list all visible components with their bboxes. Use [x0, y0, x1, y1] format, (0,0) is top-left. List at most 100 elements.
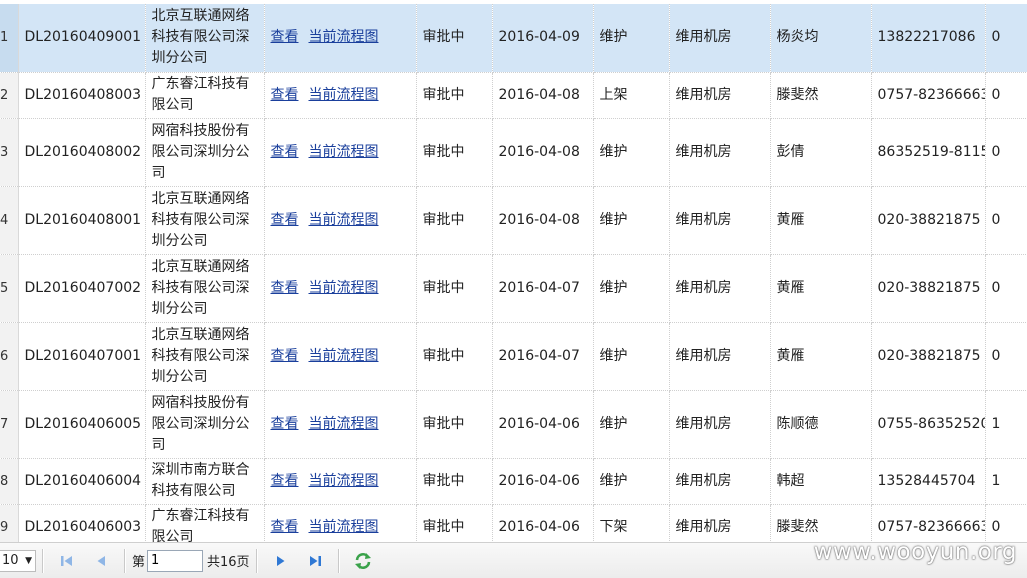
view-link[interactable]: 查看 — [271, 416, 299, 432]
table-row[interactable]: 6 DL20160407001 北京互联通网络科技有限公司深圳分公司 查看 当前流程图审… — [0, 322, 1027, 391]
view-link[interactable]: 查看 — [271, 212, 299, 228]
type-cell: 维护 — [593, 186, 670, 255]
actions-cell: 查看 当前流程图 — [264, 322, 417, 391]
view-link[interactable]: 查看 — [271, 519, 299, 535]
phone-cell: 020-38821875 — [871, 254, 986, 323]
phone-cell: 13822217086 — [871, 4, 986, 73]
prev-page-icon — [97, 555, 105, 566]
contact-person-cell: 滕斐然 — [770, 72, 872, 119]
contact-person-cell: 彭倩 — [770, 118, 872, 187]
count-cell: 0 — [985, 118, 1027, 187]
actions-cell: 查看 当前流程图 — [264, 504, 417, 542]
flow-chart-link[interactable]: 当前流程图 — [309, 348, 379, 364]
company-cell: 广东睿江科技有限公司 — [145, 72, 265, 119]
row-number-cell: 5 — [0, 254, 19, 323]
row-number-cell: 7 — [0, 390, 19, 459]
table-row[interactable]: 5 DL20160407002 北京互联通网络科技有限公司深圳分公司 查看 当前流程图审… — [0, 254, 1027, 323]
date-cell: 2016-04-08 — [492, 186, 594, 255]
first-page-button[interactable] — [56, 550, 78, 572]
refresh-icon — [354, 552, 371, 569]
room-cell: 维用机房 — [669, 4, 771, 73]
page-number-input[interactable] — [147, 549, 204, 572]
view-link[interactable]: 查看 — [271, 280, 299, 296]
flow-chart-link[interactable]: 当前流程图 — [309, 212, 379, 228]
first-page-icon — [61, 555, 72, 566]
table-row[interactable]: 3 DL20160408002 网宿科技股份有限公司深圳分公司 查看 当前流程图 审批中 2… — [0, 118, 1027, 187]
grid-table: 1 DL20160409001 北京互联通网络科技有限公司深圳分公司 查看 当前流程图审… — [0, 4, 1027, 542]
order-id-cell: DL20160407002 — [18, 254, 146, 323]
view-link[interactable]: 查看 — [271, 29, 299, 45]
table-row[interactable]: 1 DL20160409001 北京互联通网络科技有限公司深圳分公司 查看 当前流程图审… — [0, 4, 1027, 73]
table-row[interactable]: 9 DL20160406003 广东睿江科技有限公司 查看 当前流程图 审批中 2016-0… — [0, 504, 1027, 542]
view-link[interactable]: 查看 — [271, 473, 299, 489]
count-cell: 0 — [985, 4, 1027, 73]
date-cell: 2016-04-06 — [492, 390, 594, 459]
type-cell: 维护 — [593, 254, 670, 323]
status-cell: 审批中 — [416, 322, 493, 391]
view-link[interactable]: 查看 — [271, 87, 299, 103]
actions-cell: 查看 当前流程图 — [264, 458, 417, 505]
total-pages-label: 共16页 — [207, 555, 250, 570]
view-link[interactable]: 查看 — [271, 144, 299, 160]
next-page-icon — [276, 555, 285, 566]
table-row[interactable]: 2 DL20160408003 广东睿江科技有限公司 查看 当前流程图 审批中 2016-0… — [0, 72, 1027, 119]
count-cell: 0 — [985, 322, 1027, 391]
row-number-cell: 4 — [0, 186, 19, 255]
type-cell: 维护 — [593, 4, 670, 73]
last-page-icon — [309, 555, 321, 566]
contact-person-cell: 黄雁 — [770, 186, 872, 255]
pager-divider — [42, 548, 44, 573]
grid-body: 1 DL20160409001 北京互联通网络科技有限公司深圳分公司 查看 当前流程图审… — [0, 4, 1027, 542]
status-cell: 审批中 — [416, 390, 493, 459]
count-cell: 0 — [985, 254, 1027, 323]
flow-chart-link[interactable]: 当前流程图 — [309, 473, 379, 489]
room-cell: 维用机房 — [669, 504, 771, 542]
flow-chart-link[interactable]: 当前流程图 — [309, 416, 379, 432]
table-row[interactable]: 8 DL20160406004 深圳市南方联合科技有限公司 查看 当前流程图 审批中 201… — [0, 458, 1027, 505]
count-cell: 0 — [985, 72, 1027, 119]
pager-divider — [124, 548, 126, 573]
contact-person-cell: 滕斐然 — [770, 504, 872, 542]
date-cell: 2016-04-07 — [492, 254, 594, 323]
order-id-cell: DL20160409001 — [18, 4, 146, 73]
actions-cell: 查看 当前流程图 — [264, 186, 417, 255]
view-link[interactable]: 查看 — [271, 348, 299, 364]
next-page-button[interactable] — [270, 550, 292, 572]
flow-chart-link[interactable]: 当前流程图 — [309, 87, 379, 103]
flow-chart-link[interactable]: 当前流程图 — [309, 280, 379, 296]
status-cell: 审批中 — [416, 118, 493, 187]
row-number-cell: 9 — [0, 504, 19, 542]
refresh-button[interactable] — [352, 550, 374, 572]
page-size-select[interactable]: 10 ▼ — [0, 549, 36, 572]
order-id-cell: DL20160406004 — [18, 458, 146, 505]
order-id-cell: DL20160408001 — [18, 186, 146, 255]
status-cell: 审批中 — [416, 186, 493, 255]
phone-cell: 13528445704 — [871, 458, 986, 505]
pager-divider — [255, 548, 258, 573]
type-cell: 维护 — [593, 322, 670, 391]
watermark: www.wooyun.org — [813, 539, 1017, 565]
date-cell: 2016-04-06 — [492, 458, 594, 505]
room-cell: 维用机房 — [669, 390, 771, 459]
count-cell: 0 — [985, 186, 1027, 255]
actions-cell: 查看 当前流程图 — [264, 254, 417, 323]
count-cell: 1 — [985, 390, 1027, 459]
table-row[interactable]: 4 DL20160408001 北京互联通网络科技有限公司深圳分公司 查看 当前流程图审… — [0, 186, 1027, 255]
flow-chart-link[interactable]: 当前流程图 — [309, 519, 379, 535]
flow-chart-link[interactable]: 当前流程图 — [309, 144, 379, 160]
flow-chart-link[interactable]: 当前流程图 — [309, 29, 379, 45]
row-number-cell: 1 — [0, 4, 19, 73]
table-row[interactable]: 7 DL20160406005 网宿科技股份有限公司深圳分公司 查看 当前流程图 审批中 2… — [0, 390, 1027, 459]
date-cell: 2016-04-08 — [492, 118, 594, 187]
order-id-cell: DL20160408002 — [18, 118, 146, 187]
company-cell: 网宿科技股份有限公司深圳分公司 — [145, 118, 265, 187]
type-cell: 下架 — [593, 504, 670, 542]
last-page-button[interactable] — [304, 550, 326, 572]
prev-page-button[interactable] — [90, 550, 112, 572]
status-cell: 审批中 — [416, 504, 493, 542]
contact-person-cell: 陈顺德 — [770, 390, 872, 459]
phone-cell: 0757-82366663 — [871, 504, 986, 542]
date-cell: 2016-04-07 — [492, 322, 594, 391]
room-cell: 维用机房 — [669, 72, 771, 119]
room-cell: 维用机房 — [669, 254, 771, 323]
